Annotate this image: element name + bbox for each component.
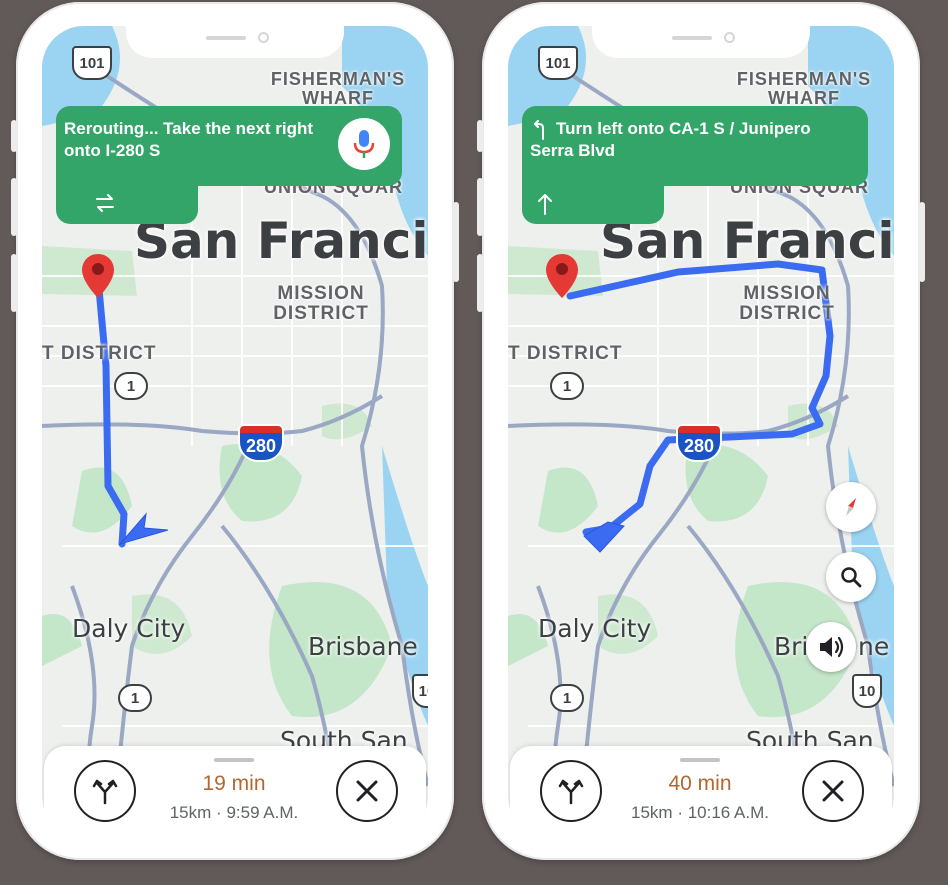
notch [592,26,810,58]
close-icon [822,780,844,802]
fishermans-wharf-label: FISHERMAN'S WHARF [736,69,872,108]
eta-time: 40 min [668,772,732,795]
highway-101-shield: 101 [538,46,578,80]
route-1-badge-south: 1 [118,684,152,712]
screen: 101 FISHERMAN'S WHARF UNION SQUAR San Fr… [508,26,894,838]
navigation-banner[interactable]: Rerouting... Take the next right onto I-… [56,106,402,186]
navigation-secondary-tab[interactable] [522,184,664,224]
nav-instruction: Turn left onto CA-1 S / Junipero Serra B… [530,119,811,160]
destination-pin-icon[interactable] [80,252,116,300]
eta-separator: · [216,803,222,822]
sheet-handle[interactable] [214,758,254,762]
eta-details: 15km · 10:16 A.M. [600,803,800,823]
screen: 101 FISHERMAN'S WHARF UNION SQUAR San Fr… [42,26,428,838]
eta-separator: · [677,803,683,822]
mission-district-label: MISSION DISTRICT [273,283,369,324]
power-button [453,202,459,282]
eta-arrival: 9:59 A.M. [226,803,299,822]
volume-down-button [477,254,483,312]
highway-101-shield: 101 [72,46,112,80]
eta-distance: 15km [169,803,212,822]
compass-icon [846,498,856,516]
brisbane-tail-label: ne [858,632,890,661]
search-button[interactable] [826,552,876,602]
close-icon [356,780,378,802]
eta-time: 19 min [202,772,266,795]
highway-shield-right: 10 [412,674,428,708]
district-label: T DISTRICT [508,343,623,364]
power-button [919,202,925,282]
highway-shield-right: 10 [852,674,882,708]
fork-routes-icon [92,779,118,805]
district-label: T DISTRICT [42,343,157,364]
interstate-280-shield: 280 [678,426,720,460]
notch [126,26,344,58]
eta-arrival: 10:16 A.M. [687,803,769,822]
daly-city-label: Daly City [538,614,652,643]
brisbane-partial-label: Bri [774,632,809,661]
mission-district-label: MISSION DISTRICT [739,283,835,324]
search-icon [841,567,862,588]
navigation-banner[interactable]: Turn left onto CA-1 S / Junipero Serra B… [522,106,868,186]
volume-button[interactable] [806,622,856,672]
trip-bottom-sheet[interactable]: 19 min 15km · 9:59 A.M. [44,746,426,838]
alternate-routes-button[interactable] [540,760,602,822]
route-1-badge-south: 1 [550,684,584,712]
mic-button[interactable] [338,118,390,170]
destination-pin-icon[interactable] [544,252,580,300]
route-1-badge: 1 [550,372,584,400]
mic-icon [353,130,375,158]
trip-bottom-sheet[interactable]: 40 min 15km · 10:16 A.M. [510,746,892,838]
volume-down-button [11,254,17,312]
interstate-280-shield: 280 [240,426,282,460]
volume-up-button [11,178,17,236]
eta-distance: 15km [631,803,673,822]
mute-switch [11,120,17,152]
alternate-routes-button[interactable] [74,760,136,822]
brisbane-label: Brisbane [308,632,418,661]
volume-up-button [477,178,483,236]
navigation-secondary-tab[interactable] [56,184,198,224]
nav-instruction: Rerouting... Take the next right onto I-… [64,119,314,160]
fishermans-wharf-label: FISHERMAN'S WHARF [270,69,406,108]
route-1-badge: 1 [114,372,148,400]
eta-details: 15km · 9:59 A.M. [134,803,334,823]
compass-button[interactable] [826,482,876,532]
reroute-icon [96,194,114,212]
volume-icon [820,636,844,658]
phone-left: 101 FISHERMAN'S WHARF UNION SQUAR San Fr… [11,2,459,860]
mute-switch [477,120,483,152]
daly-city-label: Daly City [72,614,186,643]
sheet-handle[interactable] [680,758,720,762]
arrow-up-icon [538,194,552,215]
phone-right: 101 FISHERMAN'S WHARF UNION SQUAR San Fr… [477,2,925,860]
close-navigation-button[interactable] [336,760,398,822]
fork-routes-icon [558,779,584,805]
close-navigation-button[interactable] [802,760,864,822]
